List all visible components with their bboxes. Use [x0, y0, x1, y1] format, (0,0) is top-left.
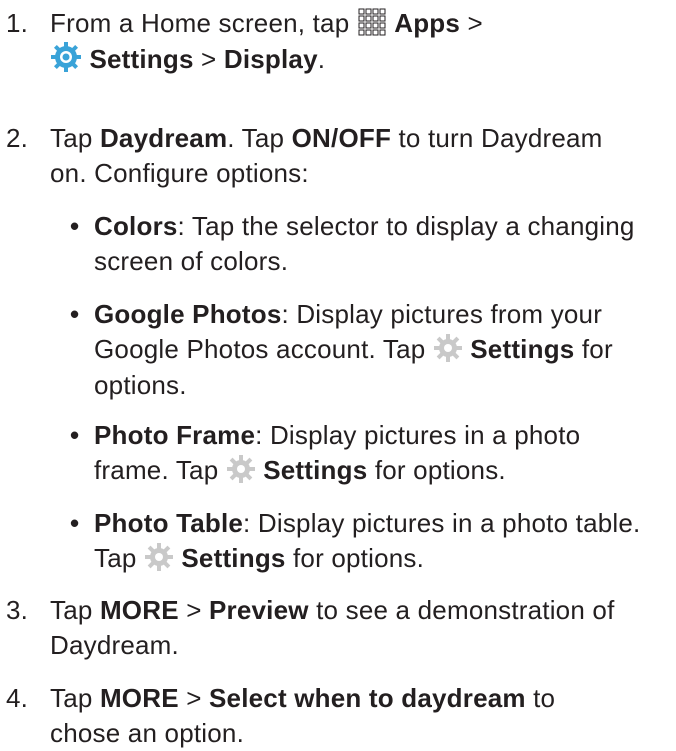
- apps-label: Apps: [394, 8, 461, 38]
- display-label: Display: [223, 44, 318, 74]
- step-2-line-1: Tap Daydream. Tap ON/OFF to turn Daydrea…: [50, 123, 603, 153]
- settings-gear-blue-icon: [50, 41, 82, 82]
- settings-gear-icon: [226, 454, 256, 493]
- step-number: 4.: [6, 683, 29, 713]
- step-1-line-2: Settings > Display.: [50, 41, 650, 82]
- step-number: 2.: [6, 123, 29, 153]
- settings-gear-icon: [144, 542, 174, 581]
- instructions-page: 1. From a Home screen, tap Apps > Settin…: [0, 0, 676, 751]
- step-1-line-1: From a Home screen, tap Apps >: [50, 6, 650, 46]
- step-number: 3.: [6, 595, 29, 625]
- settings-gear-icon: [433, 333, 463, 372]
- step-2-line-2: on. Configure options:: [50, 158, 309, 188]
- settings-label: Settings: [89, 44, 194, 74]
- step-number: 1.: [6, 8, 29, 38]
